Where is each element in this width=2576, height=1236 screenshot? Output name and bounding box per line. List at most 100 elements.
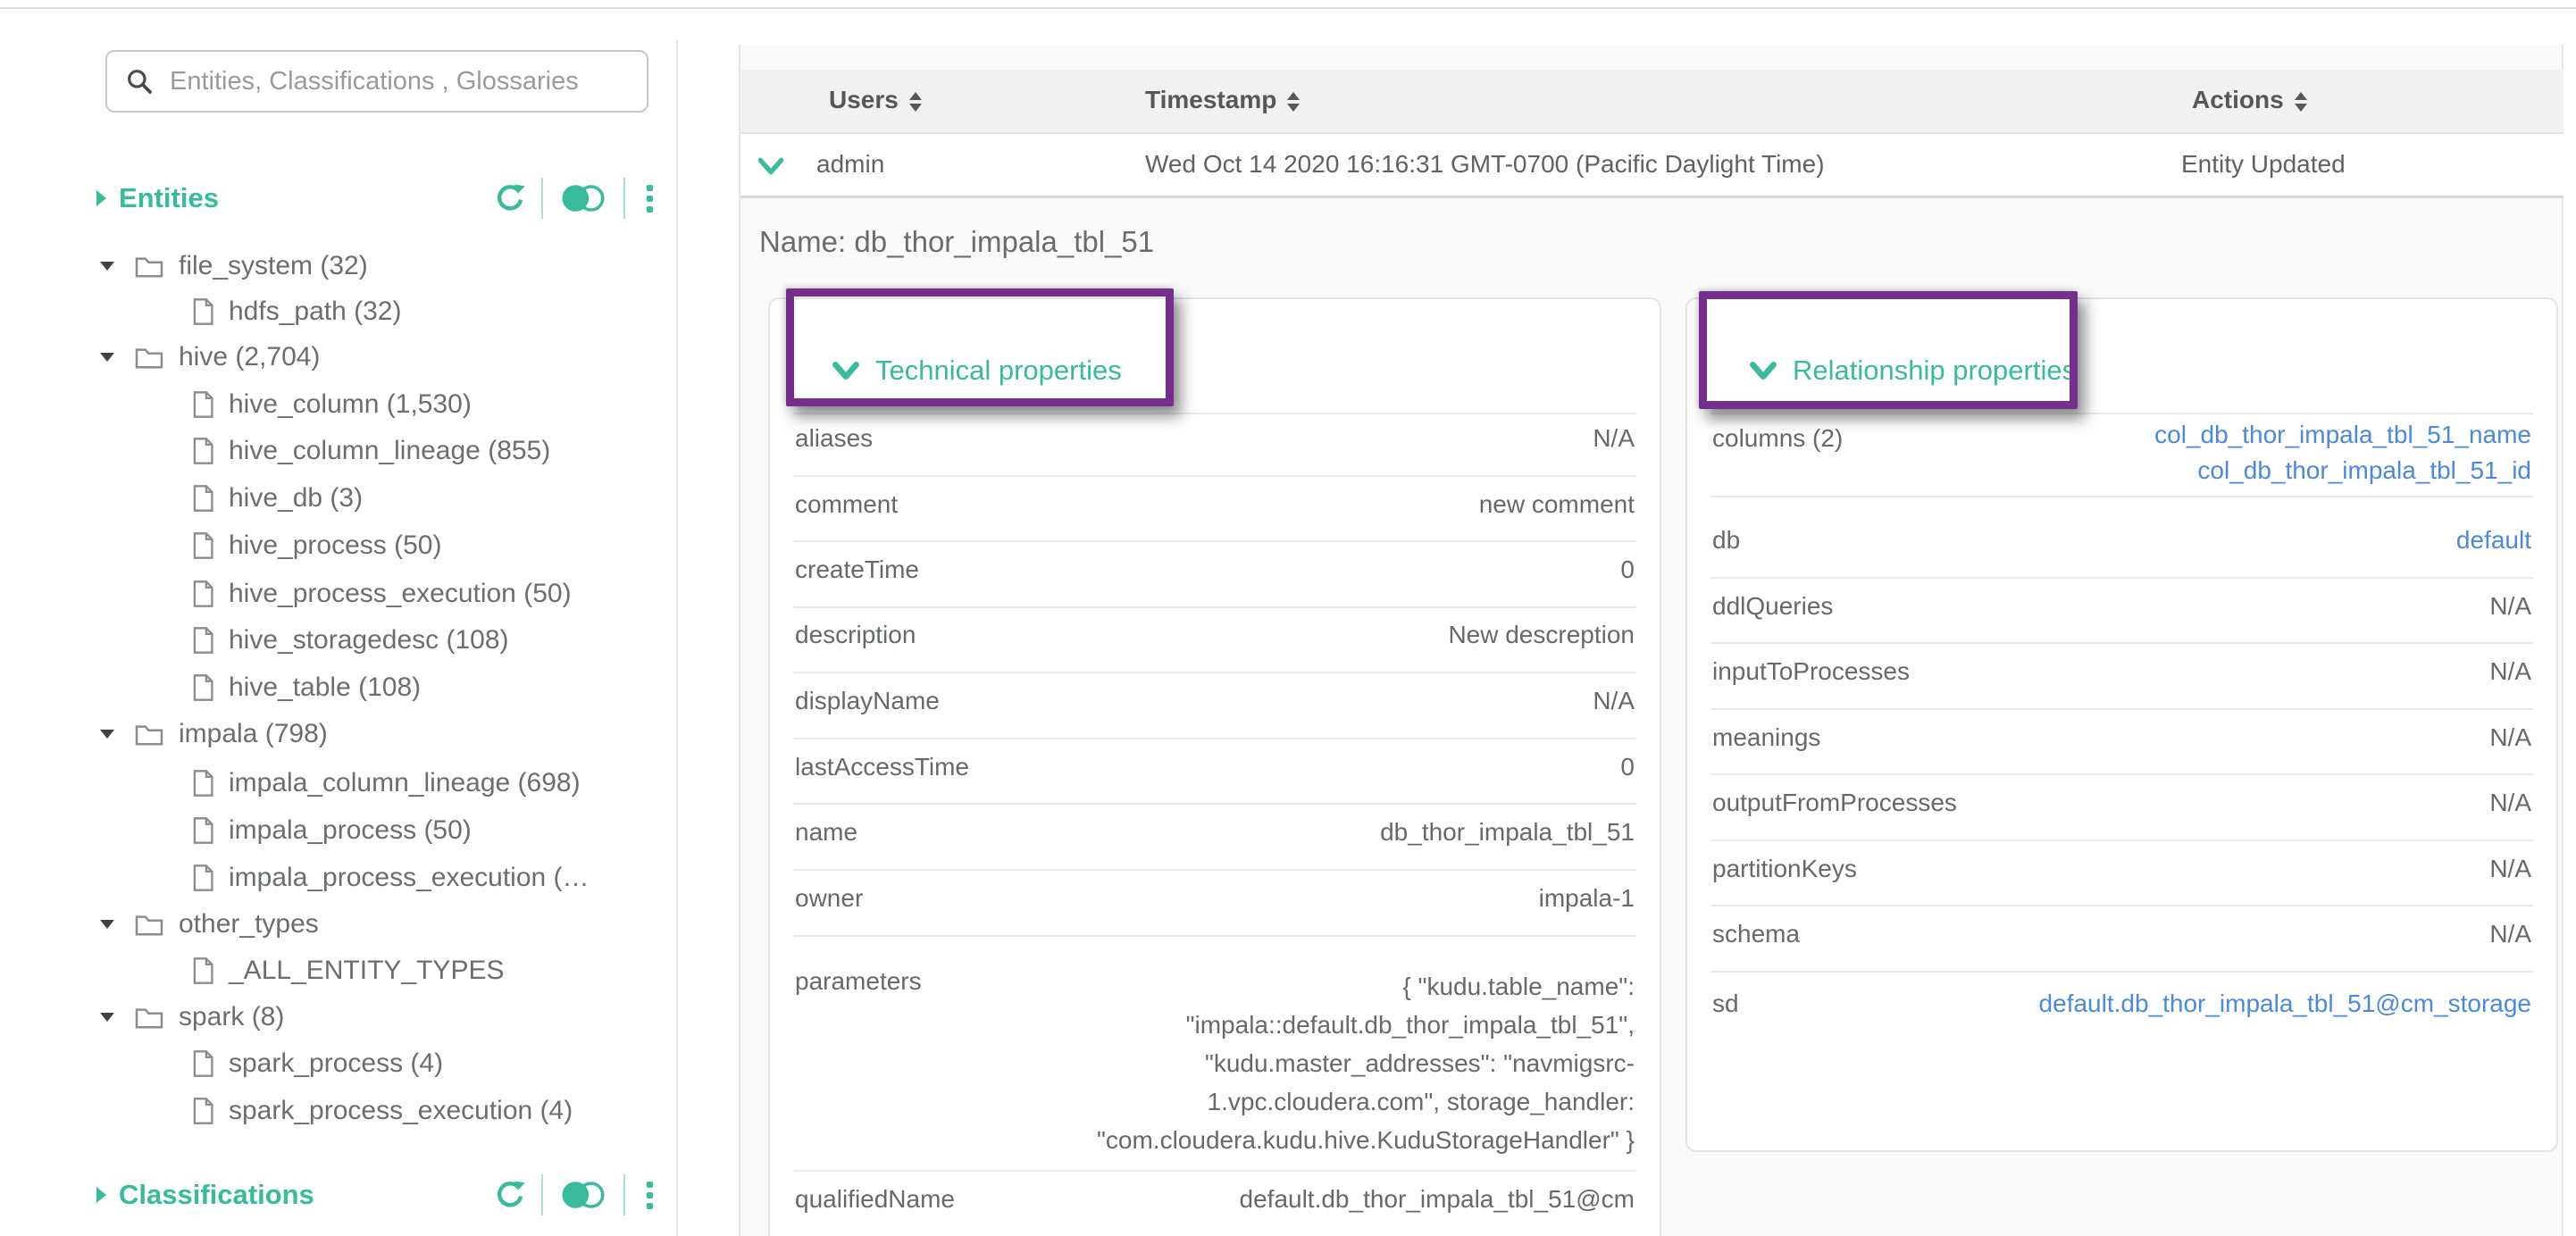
classifications-section-header[interactable]: Classifications [96,1168,314,1222]
entities-section-toolbar [493,171,660,225]
tree-item-hdfs-path[interactable]: hdfs_path (32) [191,288,401,335]
kebab-menu-icon[interactable] [640,181,660,216]
db-link[interactable]: default [2456,526,2531,555]
tree-item-impala[interactable]: impala (798) [100,711,328,757]
search-icon [125,67,154,96]
columns-links: col_db_thor_impala_tbl_51_name col_db_th… [2154,417,2531,489]
property-row: owner impala-1 [795,884,1635,913]
property-row: db default [1712,526,2531,555]
technical-properties-card: Technical properties aliases N/A comment… [768,297,1661,1236]
entities-section-title: Entities [119,182,219,214]
expander-caret-icon[interactable] [100,730,114,739]
property-row: ddlQueries N/A [1712,592,2531,621]
tree-item-spark[interactable]: spark (8) [100,994,284,1040]
tree-item-hive-db[interactable]: hive_db (3) [191,475,363,522]
toolbar-divider [623,1174,625,1215]
audit-table-header: Users Timestamp Actions [740,70,2563,134]
tree-item-hive-table[interactable]: hive_table (108) [191,664,421,711]
property-row: schema N/A [1712,920,2531,948]
property-row: description New descreption [795,621,1635,649]
entities-section-header[interactable]: Entities [96,171,219,225]
audit-user: admin [816,150,884,179]
property-row: displayName N/A [795,687,1635,715]
property-row: meanings N/A [1712,723,2531,752]
detail-main-panel: Users Timestamp Actions admin Wed Oct 14… [739,45,2563,1236]
property-row: aliases N/A [795,424,1635,453]
tree-item-impala-column-lineage[interactable]: impala_column_lineage (698) [191,760,581,806]
search-input[interactable] [170,67,629,96]
file-icon [191,390,214,419]
tree-item-hive-storagedesc[interactable]: hive_storagedesc (108) [191,617,509,664]
filter-toggle-icon[interactable] [557,1178,609,1212]
tree-item-other-types[interactable]: other_types [100,901,319,948]
file-icon [191,769,214,798]
toolbar-divider [623,178,625,219]
tree-item-file-system[interactable]: file_system (32) [100,243,368,289]
annotation-box-relationship [1699,291,2078,409]
tree-item-hive-process[interactable]: hive_process (50) [191,522,441,569]
refresh-icon[interactable] [493,181,527,215]
file-icon [191,1097,214,1125]
folder-icon [134,912,164,937]
file-icon [191,1049,214,1078]
property-row: qualifiedName default.db_thor_impala_tbl… [795,1185,1635,1214]
tree-item-hive-column-lineage[interactable]: hive_column_lineage (855) [191,428,550,474]
file-icon [191,673,214,702]
entity-name-label: Name: db_thor_impala_tbl_51 [759,225,1154,259]
column-header-timestamp[interactable]: Timestamp [1145,86,1300,114]
tree-item-hive[interactable]: hive (2,704) [100,334,320,380]
tree-item-impala-process[interactable]: impala_process (50) [191,807,472,854]
classifications-section-title: Classifications [119,1179,314,1211]
atlas-entity-detail-page: Entities file_system (32) hdfs_path (32)… [0,0,2576,1236]
tree-item-all-entity-types[interactable]: _ALL_ENTITY_TYPES [191,948,504,994]
folder-icon [134,254,164,279]
kebab-menu-icon[interactable] [640,1178,660,1213]
file-icon [191,484,214,513]
folder-icon [134,345,164,370]
column-link[interactable]: col_db_thor_impala_tbl_51_name [2154,417,2531,453]
property-row: lastAccessTime 0 [795,753,1635,781]
column-link[interactable]: col_db_thor_impala_tbl_51_id [2154,453,2531,489]
top-divider [0,7,2576,9]
folder-icon [134,1005,164,1030]
property-row: inputToProcesses N/A [1712,657,2531,686]
section-caret-icon [96,190,106,206]
property-row: sd default.db_thor_impala_tbl_51@cm_stor… [1712,990,2531,1018]
file-icon [191,864,214,892]
file-icon [191,531,214,560]
sd-link[interactable]: default.db_thor_impala_tbl_51@cm_storage [2039,990,2531,1018]
file-icon [191,956,214,985]
tree-item-spark-process-execution[interactable]: spark_process_execution (4) [191,1088,573,1134]
expander-caret-icon[interactable] [100,920,114,929]
refresh-icon[interactable] [493,1178,527,1212]
folder-icon [134,722,164,747]
expander-caret-icon[interactable] [100,262,114,271]
sort-icon [2295,92,2307,112]
tree-item-hive-process-execution[interactable]: hive_process_execution (50) [191,571,572,617]
property-row: comment new comment [795,490,1635,519]
file-icon [191,437,214,465]
column-header-users[interactable]: Users [829,86,922,114]
sidebar-search[interactable] [105,50,648,113]
toolbar-divider [541,1174,543,1215]
expander-caret-icon[interactable] [100,1013,114,1022]
audit-action: Entity Updated [2181,150,2346,179]
sidebar-divider [676,40,678,1236]
file-icon [191,297,214,326]
audit-timestamp: Wed Oct 14 2020 16:16:31 GMT-0700 (Pacif… [1145,150,1825,179]
tree-item-spark-process[interactable]: spark_process (4) [191,1040,443,1087]
filter-toggle-icon[interactable] [557,181,609,215]
column-header-actions[interactable]: Actions [2192,86,2307,114]
annotation-box-technical [786,288,1174,406]
tree-item-impala-process-execution[interactable]: impala_process_execution (… [191,855,590,901]
property-row-parameters: parameters { "kudu.table_name": "impala:… [795,967,1635,1159]
sort-icon [1287,92,1300,112]
expander-caret-icon[interactable] [100,353,114,362]
relationship-properties-card: Relationship properties columns (2) col_… [1685,297,2558,1152]
file-icon [191,626,214,655]
tree-item-hive-column[interactable]: hive_column (1,530) [191,381,472,428]
property-row: partitionKeys N/A [1712,855,2531,883]
classifications-section-toolbar [493,1168,660,1222]
row-expand-chevron-icon[interactable] [757,155,784,177]
file-icon [191,580,214,608]
